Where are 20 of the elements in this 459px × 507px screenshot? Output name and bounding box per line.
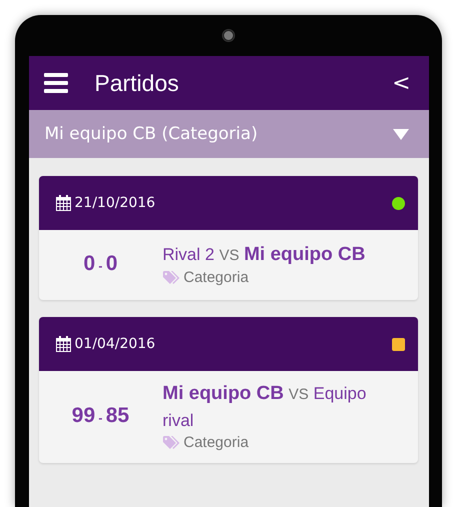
calendar-icon [56, 195, 70, 211]
menu-icon [44, 73, 68, 93]
dropdown-caret-icon [392, 128, 408, 140]
menu-button[interactable] [44, 73, 68, 93]
calendar-icon [56, 336, 70, 352]
category-label: Categoria [184, 434, 249, 451]
match-card[interactable]: 21/10/2016 0-0 Rival 2 VS Mi equipo CB Categoria [38, 176, 418, 300]
tags-icon [162, 436, 180, 450]
match-score: 99-85 [70, 404, 130, 428]
match-card[interactable]: 01/04/2016 99-85 Mi equipo CB VS Equipo rival Categoria [38, 317, 418, 463]
match-date: 01/04/2016 [74, 336, 156, 352]
category-label: Categoria [184, 269, 249, 286]
camera-icon [223, 30, 234, 41]
match-teams: Rival 2 VS Mi equipo CB [162, 243, 366, 267]
match-score: 0-0 [82, 252, 119, 276]
tags-icon [162, 270, 180, 284]
back-button[interactable]: < [390, 70, 412, 96]
match-date: 21/10/2016 [74, 195, 156, 211]
match-teams: Mi equipo CB VS Equipo rival [162, 382, 368, 432]
app-title: Partidos [94, 70, 180, 96]
